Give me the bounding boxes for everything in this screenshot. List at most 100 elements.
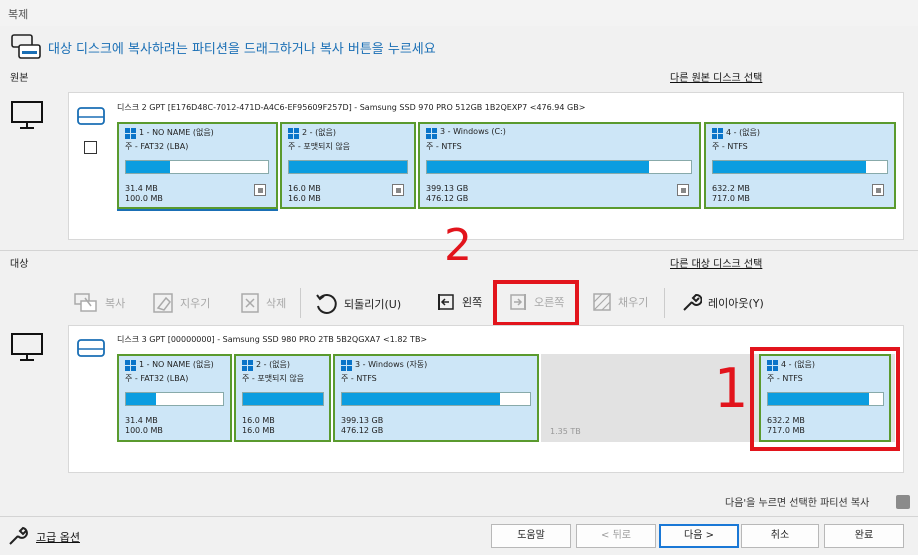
usage-bar (712, 160, 888, 174)
partition-total: 16.0 MB (242, 426, 275, 435)
source-partition-2[interactable]: 2 - (없음) 주 - 포맷되지 않음 16.0 MB 16.0 MB (280, 122, 416, 209)
partition-filesystem: 주 - 포맷되지 않음 (242, 374, 305, 383)
target-disk-title: 디스크 3 GPT [00000000] - Samsung SSD 980 P… (117, 335, 428, 344)
monitor-icon (11, 333, 43, 361)
target-partition-2[interactable]: 2 - (없음) 주 - 포맷되지 않음 16.0 MB 16.0 MB (234, 354, 331, 442)
help-chevron-icon[interactable] (896, 495, 910, 509)
windows-icon (288, 128, 299, 139)
partition-selection-underline (117, 209, 278, 211)
erase-label: 지우기 (180, 297, 211, 310)
partition-filesystem: 주 - FAT32 (LBA) (125, 374, 189, 383)
select-source-disk-link[interactable]: 다른 원본 디스크 선택 (670, 69, 762, 84)
next-button[interactable]: 다음 > (659, 524, 739, 548)
copy-label: 복사 (105, 297, 126, 310)
hard-disk-icon (77, 107, 105, 125)
finish-button[interactable]: 완료 (824, 524, 904, 548)
partition-total: 16.0 MB (288, 194, 321, 203)
partition-checkbox[interactable] (677, 184, 689, 196)
partition-used: 399.13 GB (341, 416, 384, 425)
partition-total: 717.0 MB (712, 194, 750, 203)
align-left-icon (438, 294, 454, 310)
undo-icon (316, 293, 337, 314)
delete-label: 삭제 (266, 297, 287, 310)
fill-icon (593, 293, 611, 311)
disk-copy-icon (11, 34, 41, 59)
partition-used: 399.13 GB (426, 184, 469, 193)
footer-divider (0, 516, 918, 517)
copy-icon (74, 293, 97, 312)
delete-button[interactable]: 삭제 (240, 292, 286, 314)
partition-filesystem: 주 - 포맷되지 않음 (288, 142, 351, 151)
eraser-icon (153, 293, 173, 313)
partition-used: 632.2 MB (712, 184, 750, 193)
partition-name: 3 - Windows (C:) (440, 127, 506, 136)
select-target-disk-link[interactable]: 다른 대상 디스크 선택 (670, 255, 762, 270)
source-partition-1[interactable]: 1 - NO NAME (없음) 주 - FAT32 (LBA) 31.4 MB… (117, 122, 278, 209)
usage-bar (341, 392, 531, 406)
partition-used: 16.0 MB (242, 416, 275, 425)
target-partition-3[interactable]: 3 - Windows (자동) 주 - NTFS 399.13 GB 476.… (333, 354, 539, 442)
partition-name: 2 - (없음) (256, 360, 291, 369)
windows-icon (712, 128, 723, 139)
highlight-box-partition-4 (750, 347, 900, 451)
hard-disk-icon (77, 339, 105, 357)
partition-name: 3 - Windows (자동) (355, 360, 428, 369)
windows-icon (341, 360, 352, 371)
windows-icon (242, 360, 253, 371)
partition-used: 31.4 MB (125, 184, 158, 193)
toolbar-separator (300, 288, 301, 318)
partition-total: 100.0 MB (125, 426, 163, 435)
annotation-step-2: 2 (444, 220, 472, 271)
partition-name: 1 - NO NAME (없음) (139, 360, 214, 369)
partition-name: 4 - (없음) (726, 128, 761, 137)
source-label: 원본 (10, 73, 29, 84)
back-button[interactable]: < 뒤로 (576, 524, 656, 548)
delete-icon (241, 293, 259, 313)
partition-total: 476.12 GB (426, 194, 469, 203)
partition-total: 476.12 GB (341, 426, 384, 435)
copy-button[interactable]: 복사 (73, 292, 125, 314)
advanced-options-link[interactable]: 고급 옵션 (36, 529, 80, 545)
partition-checkbox[interactable] (392, 184, 404, 196)
partition-checkbox[interactable] (872, 184, 884, 196)
erase-button[interactable]: 지우기 (152, 292, 210, 314)
monitor-icon (11, 101, 43, 129)
usage-bar (125, 160, 269, 174)
partition-name: 2 - (없음) (302, 128, 337, 137)
move-left-label: 왼쪽 (462, 296, 483, 309)
usage-bar (426, 160, 692, 174)
move-left-button[interactable]: 왼쪽 (436, 292, 482, 312)
undo-button[interactable]: 되돌리기(U) (314, 292, 401, 316)
partition-filesystem: 주 - NTFS (712, 142, 748, 151)
partition-filesystem: 주 - NTFS (426, 142, 462, 151)
source-partition-3[interactable]: 3 - Windows (C:) 주 - NTFS 399.13 GB 476.… (418, 122, 701, 209)
window-title: 복제 (8, 8, 29, 21)
partition-filesystem: 주 - NTFS (341, 374, 377, 383)
source-partition-4[interactable]: 4 - (없음) 주 - NTFS 632.2 MB 717.0 MB (704, 122, 896, 209)
windows-icon (426, 128, 437, 139)
source-disk-checkbox[interactable] (84, 141, 97, 154)
usage-bar (242, 392, 324, 406)
toolbar-separator (664, 288, 665, 318)
partition-checkbox[interactable] (254, 184, 266, 196)
title-bar: 복제 (0, 0, 918, 26)
target-partition-1[interactable]: 1 - NO NAME (없음) 주 - FAT32 (LBA) 31.4 MB… (117, 354, 232, 442)
fill-button[interactable]: 채우기 (592, 292, 648, 312)
windows-icon (125, 128, 136, 139)
layout-label: 레이아웃(Y) (708, 297, 764, 310)
wrench-icon (683, 294, 702, 311)
usage-bar (125, 392, 224, 406)
highlight-box-right (493, 280, 579, 326)
annotation-step-1: 1 (714, 357, 749, 420)
target-label: 대상 (10, 259, 29, 270)
cancel-button[interactable]: 취소 (741, 524, 819, 548)
help-button[interactable]: 도움말 (491, 524, 571, 548)
partition-used: 31.4 MB (125, 416, 158, 425)
wrench-icon (9, 526, 28, 545)
layout-button[interactable]: 레이아웃(Y) (680, 292, 764, 314)
partition-total: 100.0 MB (125, 194, 163, 203)
partition-filesystem: 주 - FAT32 (LBA) (125, 142, 189, 151)
fill-label: 채우기 (618, 296, 649, 309)
usage-bar (288, 160, 408, 174)
hint-text: 다음'을 누르면 선택한 파티션 복사 (725, 498, 870, 509)
